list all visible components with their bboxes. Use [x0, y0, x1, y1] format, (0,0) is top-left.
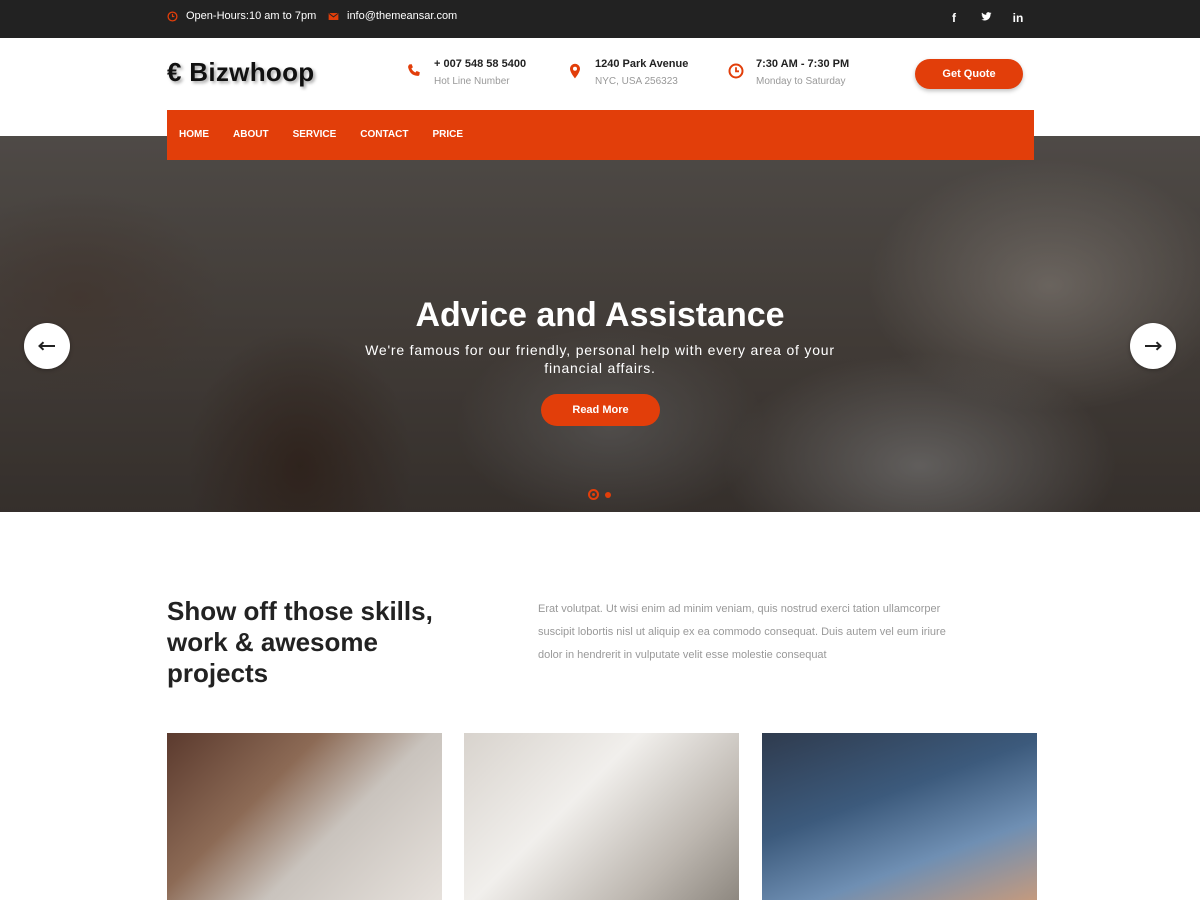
phone-label: Hot Line Number: [434, 76, 510, 87]
top-bar: Open-Hours:10 am to 7pm info@themeansar.…: [0, 0, 1200, 38]
project-image-2[interactable]: [464, 733, 739, 900]
site-logo[interactable]: € Bizwhoop: [167, 57, 314, 88]
hours-range: 7:30 AM - 7:30 PM: [756, 58, 850, 70]
project-image-3[interactable]: [762, 733, 1037, 900]
main-nav: HOME ABOUT SERVICE CONTACT PRICE: [167, 110, 1034, 160]
phone-icon: [408, 64, 420, 76]
address-street: 1240 Park Avenue: [595, 58, 689, 70]
phone-number: + 007 548 58 5400: [434, 58, 527, 70]
header-phone: + 007 548 58 5400 Hot Line Number: [406, 58, 526, 87]
location-pin-icon: [570, 63, 580, 79]
project-image-1[interactable]: [167, 733, 442, 900]
linkedin-icon[interactable]: in: [1011, 11, 1025, 25]
nav-item-about[interactable]: ABOUT: [233, 110, 269, 160]
envelope-icon: [328, 12, 339, 20]
nav-item-service[interactable]: SERVICE: [293, 110, 337, 160]
clock-icon: [167, 10, 178, 22]
slider-dot-1[interactable]: [588, 489, 599, 500]
header-hours: 7:30 AM - 7:30 PM Monday to Saturday: [728, 58, 849, 87]
get-quote-button[interactable]: Get Quote: [915, 59, 1023, 89]
email-info[interactable]: info@themeansar.com: [328, 10, 457, 22]
opening-hours: Open-Hours:10 am to 7pm: [167, 10, 316, 22]
section-description: Erat volutpat. Ut wisi enim ad minim ven…: [538, 603, 946, 661]
section-title: Show off those skills, work & awesome pr…: [167, 596, 433, 688]
hero-title: Advice and Assistance: [415, 296, 785, 334]
header-address: 1240 Park Avenue NYC, USA 256323: [567, 58, 688, 87]
email-text[interactable]: info@themeansar.com: [347, 10, 457, 22]
slider-prev-button[interactable]: [24, 323, 70, 369]
hours-days: Monday to Saturday: [756, 76, 846, 87]
arrow-right-icon: [1145, 341, 1162, 351]
arrow-left-icon: [38, 341, 55, 351]
read-more-button[interactable]: Read More: [541, 394, 660, 426]
slider-dot-2[interactable]: [605, 491, 611, 498]
twitter-icon[interactable]: [979, 11, 993, 25]
nav-item-home[interactable]: HOME: [179, 110, 209, 160]
opening-hours-text: Open-Hours:10 am to 7pm: [186, 10, 317, 22]
clock-icon: [728, 63, 744, 79]
hero-subtitle: We're famous for our friendly, personal …: [365, 342, 835, 376]
nav-item-price[interactable]: PRICE: [432, 110, 463, 160]
facebook-icon[interactable]: f: [947, 11, 961, 25]
address-city: NYC, USA 256323: [595, 76, 678, 87]
hero-slider: Advice and Assistance We're famous for o…: [0, 136, 1200, 512]
slider-pagination: [588, 489, 611, 500]
nav-item-contact[interactable]: CONTACT: [360, 110, 408, 160]
slider-next-button[interactable]: [1130, 323, 1176, 369]
